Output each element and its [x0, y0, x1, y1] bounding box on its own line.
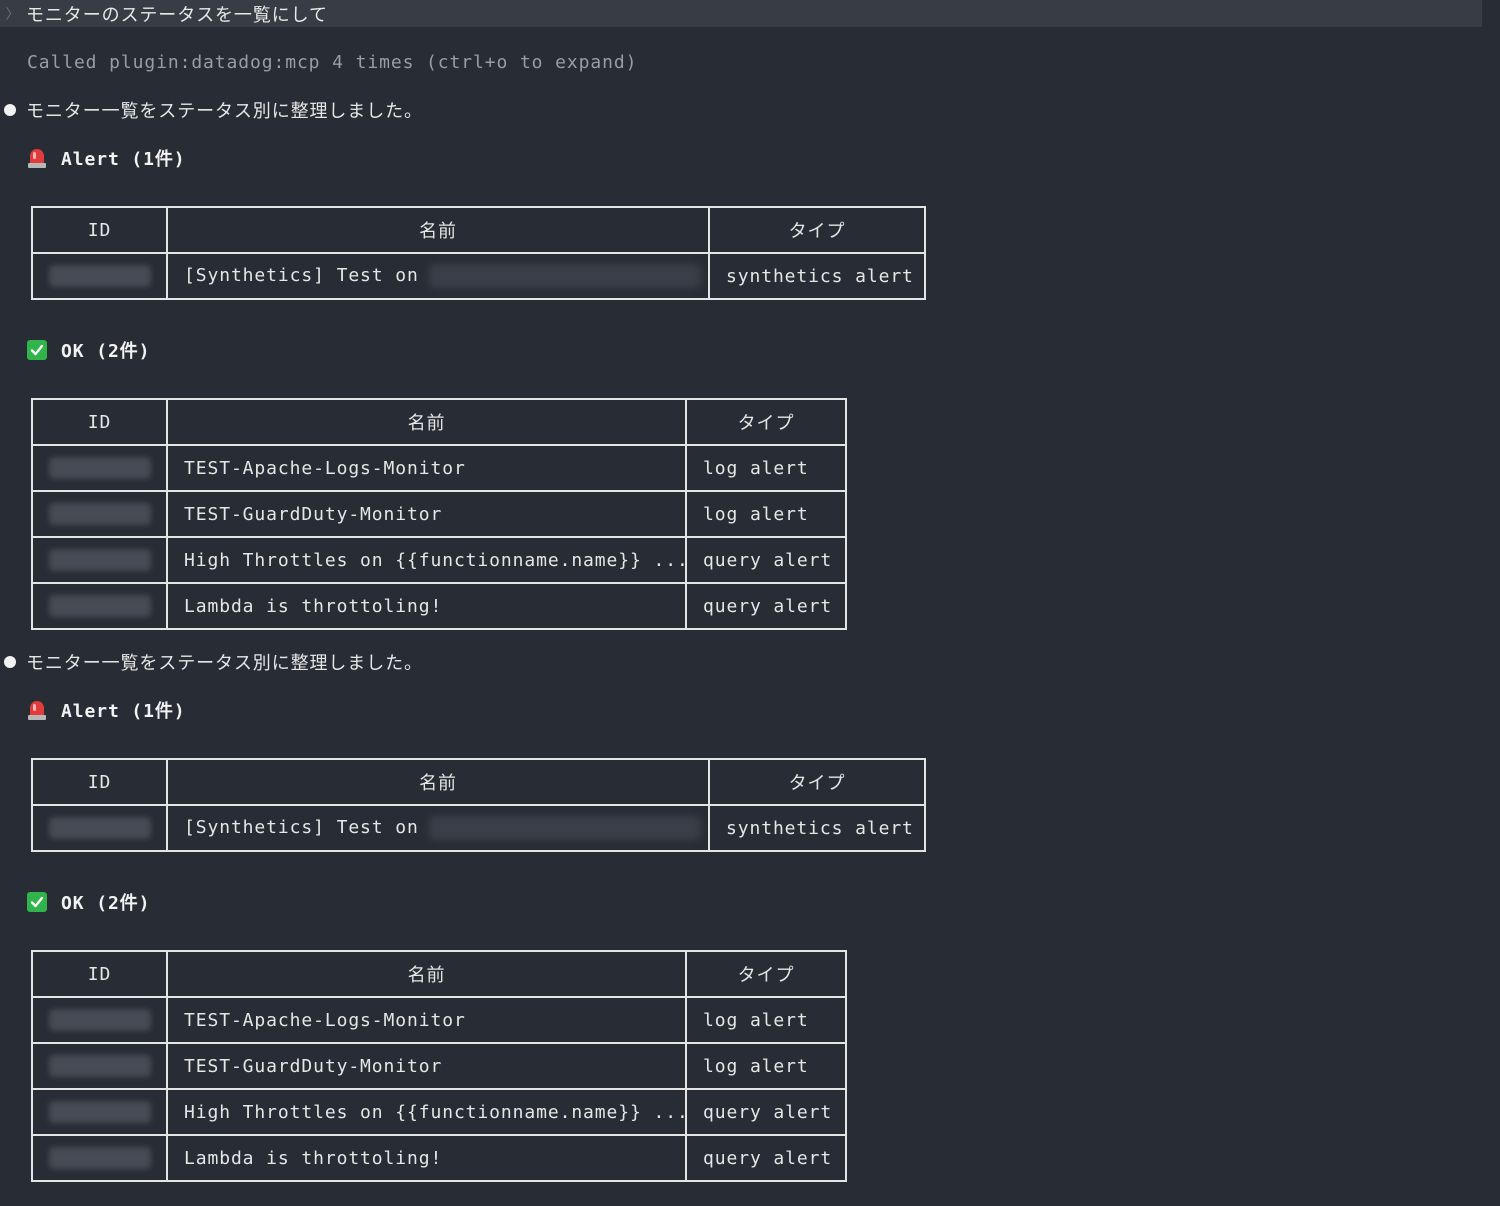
cell-id-redacted — [31, 996, 168, 1044]
ok-heading-text: OK (2件) — [61, 893, 151, 914]
table-row: Lambda is throttoling! query alert — [31, 1134, 847, 1182]
column-header-type: タイプ — [708, 206, 926, 254]
cell-name: [Synthetics] Test on — [166, 804, 710, 852]
ok-section-heading: OK (2件) — [27, 889, 150, 915]
bullet-icon — [4, 104, 16, 116]
cell-id-redacted — [31, 252, 168, 300]
table-row: TEST-Apache-Logs-Monitor log alert — [31, 444, 847, 492]
ok-heading-text: OK (2件) — [61, 341, 151, 362]
prompt-text: モニターのステータスを一覧にして — [26, 4, 328, 26]
column-header-name: 名前 — [166, 398, 687, 446]
column-header-type: タイプ — [685, 398, 847, 446]
cell-type: query alert — [685, 1134, 847, 1182]
table-row: Lambda is throttoling! query alert — [31, 582, 847, 630]
cell-type: log alert — [685, 490, 847, 538]
column-header-type: タイプ — [685, 950, 847, 998]
table-header-row: ID 名前 タイプ — [31, 758, 926, 806]
cell-type: synthetics alert — [708, 804, 926, 852]
siren-icon — [27, 699, 47, 721]
column-header-id: ID — [31, 950, 168, 998]
cell-type: query alert — [685, 582, 847, 630]
cell-type: query alert — [685, 536, 847, 584]
column-header-id: ID — [31, 206, 168, 254]
table-row: [Synthetics] Test on synthetics alert — [31, 804, 926, 852]
cell-id-redacted — [31, 536, 168, 584]
summary-text: モニター一覧をステータス別に整理しました。 — [26, 101, 423, 122]
cell-name: TEST-GuardDuty-Monitor — [166, 490, 687, 538]
cell-type: log alert — [685, 444, 847, 492]
ok-table: ID 名前 タイプ TEST-Apache-Logs-Monitor log a… — [31, 398, 847, 630]
alert-section-heading: Alert (1件) — [27, 145, 186, 171]
cell-id-redacted — [31, 444, 168, 492]
response-summary: モニター一覧をステータス別に整理しました。 — [4, 649, 423, 675]
bullet-icon — [4, 656, 16, 668]
monitor-name: [Synthetics] Test on — [184, 265, 419, 286]
cell-type: log alert — [685, 1042, 847, 1090]
monitor-name: [Synthetics] Test on — [184, 817, 419, 838]
column-header-name: 名前 — [166, 758, 710, 806]
column-header-name: 名前 — [166, 206, 710, 254]
user-prompt: 〉 モニターのステータスを一覧にして — [0, 0, 1482, 27]
cell-name: TEST-Apache-Logs-Monitor — [166, 444, 687, 492]
cell-name: High Throttles on {{functionname.name}} … — [166, 536, 687, 584]
response-summary: モニター一覧をステータス別に整理しました。 — [4, 97, 423, 123]
prompt-chevron-icon: 〉 — [5, 6, 21, 23]
ok-table: ID 名前 タイプ TEST-Apache-Logs-Monitor log a… — [31, 950, 847, 1182]
cell-name: Lambda is throttoling! — [166, 1134, 687, 1182]
check-icon — [27, 892, 47, 912]
column-header-id: ID — [31, 758, 168, 806]
cell-type: log alert — [685, 996, 847, 1044]
check-icon — [27, 340, 47, 360]
cell-type: synthetics alert — [708, 252, 926, 300]
alert-table: ID 名前 タイプ [Synthetics] Test on synthetic… — [31, 206, 926, 300]
cell-name: Lambda is throttoling! — [166, 582, 687, 630]
terminal-window: 〉 モニターのステータスを一覧にして Called plugin:datadog… — [0, 0, 1500, 1206]
cell-id-redacted — [31, 582, 168, 630]
cell-name: TEST-GuardDuty-Monitor — [166, 1042, 687, 1090]
table-row: [Synthetics] Test on synthetics alert — [31, 252, 926, 300]
table-row: TEST-GuardDuty-Monitor log alert — [31, 490, 847, 538]
cell-id-redacted — [31, 1134, 168, 1182]
cell-id-redacted — [31, 1042, 168, 1090]
ok-section-heading: OK (2件) — [27, 337, 150, 363]
cell-name: High Throttles on {{functionname.name}} … — [166, 1088, 687, 1136]
column-header-type: タイプ — [708, 758, 926, 806]
alert-section-heading: Alert (1件) — [27, 697, 186, 723]
cell-name: TEST-Apache-Logs-Monitor — [166, 996, 687, 1044]
alert-heading-text: Alert (1件) — [61, 701, 186, 722]
redacted-host — [428, 816, 701, 840]
alert-table: ID 名前 タイプ [Synthetics] Test on synthetic… — [31, 758, 926, 852]
tool-call-summary[interactable]: Called plugin:datadog:mcp 4 times (ctrl+… — [27, 50, 637, 76]
cell-id-redacted — [31, 804, 168, 852]
summary-text: モニター一覧をステータス別に整理しました。 — [26, 653, 423, 674]
column-header-name: 名前 — [166, 950, 687, 998]
column-header-id: ID — [31, 398, 168, 446]
cell-name: [Synthetics] Test on — [166, 252, 710, 300]
table-header-row: ID 名前 タイプ — [31, 206, 926, 254]
table-row: High Throttles on {{functionname.name}} … — [31, 1088, 847, 1136]
table-row: High Throttles on {{functionname.name}} … — [31, 536, 847, 584]
cell-id-redacted — [31, 490, 168, 538]
cell-type: query alert — [685, 1088, 847, 1136]
table-row: TEST-Apache-Logs-Monitor log alert — [31, 996, 847, 1044]
alert-heading-text: Alert (1件) — [61, 149, 186, 170]
table-row: TEST-GuardDuty-Monitor log alert — [31, 1042, 847, 1090]
table-header-row: ID 名前 タイプ — [31, 398, 847, 446]
cell-id-redacted — [31, 1088, 168, 1136]
siren-icon — [27, 147, 47, 169]
redacted-host — [428, 264, 701, 288]
table-header-row: ID 名前 タイプ — [31, 950, 847, 998]
